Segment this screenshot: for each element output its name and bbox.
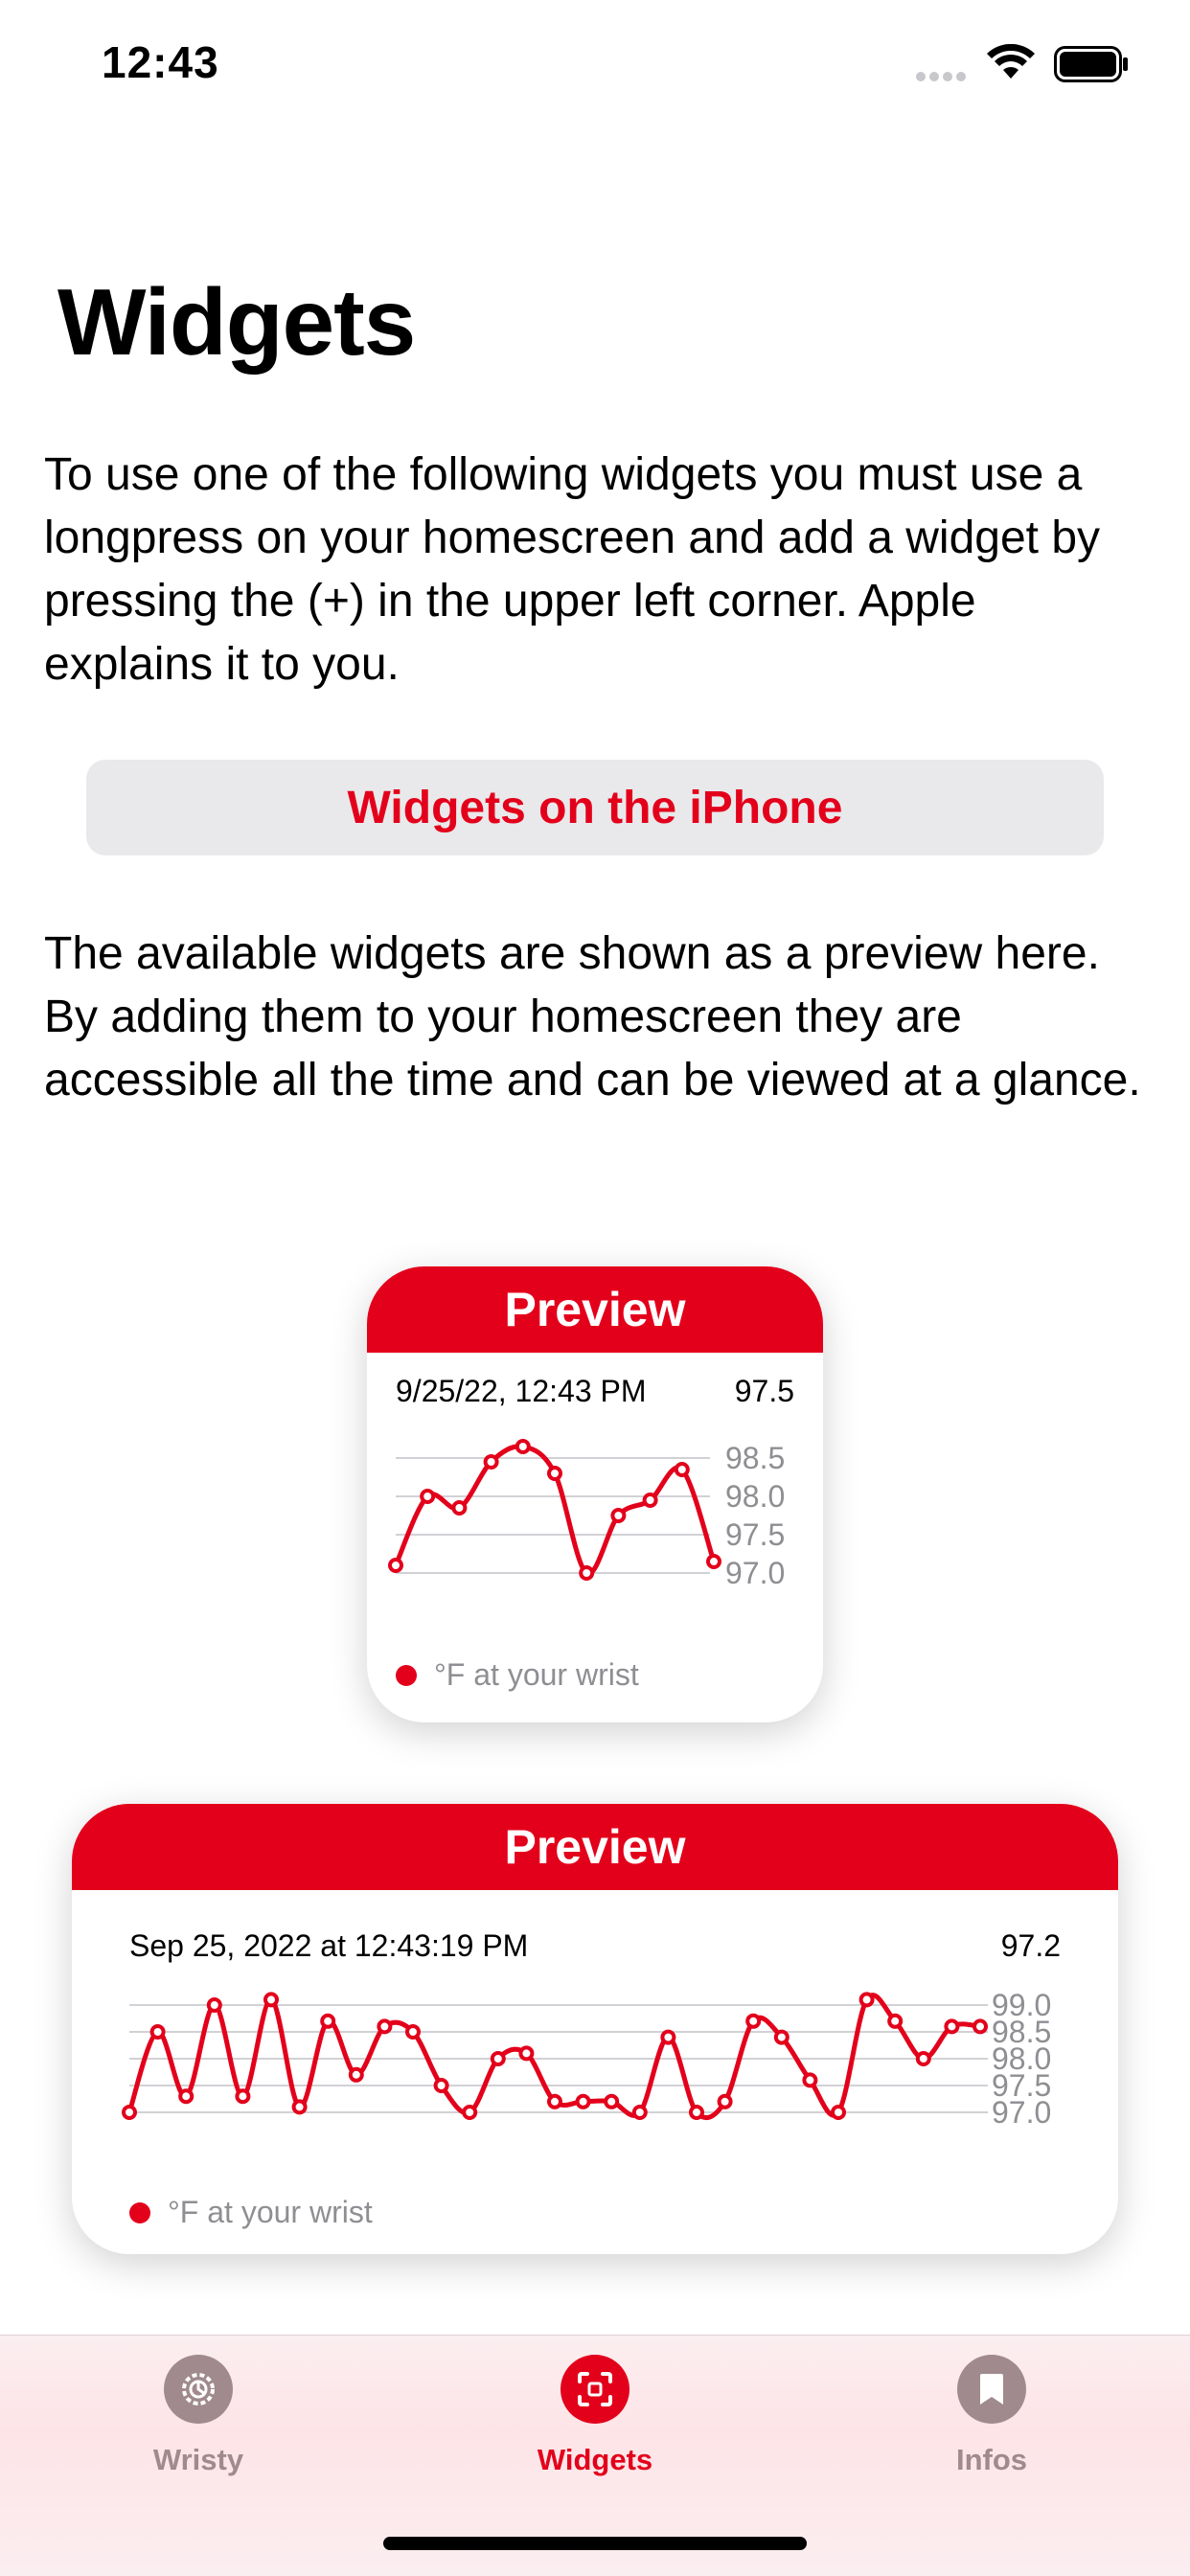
- data-point: [122, 2105, 137, 2120]
- data-point: [263, 1992, 279, 2008]
- data-point: [631, 2105, 648, 2120]
- widget-header: Preview: [367, 1266, 823, 1353]
- y-tick-label: 97.5: [725, 1517, 785, 1552]
- data-point: [706, 1554, 721, 1569]
- data-point: [604, 2093, 620, 2109]
- data-point: [717, 2093, 733, 2109]
- data-point: [348, 2066, 364, 2083]
- description-text: The available widgets are shown as a pre…: [44, 928, 1141, 1106]
- medium-widget-preview: Preview Sep 25, 2022 at 12:43:19 PM 97.2…: [72, 1804, 1118, 2254]
- battery-icon: [1054, 46, 1128, 82]
- data-point: [642, 1493, 658, 1508]
- data-point: [235, 2088, 251, 2105]
- widget-date: 9/25/22, 12:43 PM: [396, 1374, 647, 1408]
- data-point: [149, 2024, 166, 2040]
- widgets-on-iphone-button[interactable]: Widgets on the iPhone: [86, 760, 1104, 855]
- page-title: Widgets: [57, 269, 416, 375]
- tab-label: Infos: [955, 2443, 1028, 2476]
- data-point: [674, 1462, 690, 1477]
- widget-current-value: 97.5: [734, 1374, 794, 1408]
- y-tick-label: 98.5: [725, 1441, 785, 1475]
- data-point: [405, 2024, 421, 2040]
- medium-widget-chart: 99.098.598.097.597.0: [122, 1988, 1051, 2130]
- data-point: [320, 2013, 336, 2029]
- intro-text: To use one of the following widgets you …: [44, 449, 1101, 690]
- widget-header: Preview: [72, 1804, 1118, 1890]
- tab-wristy[interactable]: Wristy: [74, 2355, 323, 2477]
- data-point: [291, 2099, 308, 2115]
- home-indicator: [383, 2537, 807, 2550]
- legend-dot: [129, 2201, 150, 2223]
- data-point: [490, 2051, 506, 2066]
- data-point: [206, 1997, 222, 2013]
- widget-current-value: 97.2: [1000, 1928, 1061, 1963]
- widget-date: Sep 25, 2022 at 12:43:19 PM: [129, 1928, 529, 1963]
- data-point: [462, 2105, 478, 2120]
- data-point: [515, 1439, 531, 1454]
- gear-icon: [164, 2355, 233, 2424]
- data-point: [973, 2018, 988, 2035]
- tab-label: Wristy: [152, 2443, 244, 2476]
- data-point: [575, 2093, 591, 2109]
- data-point: [178, 2088, 195, 2105]
- widget-legend: °F at your wrist: [129, 2195, 373, 2230]
- data-point: [377, 2018, 393, 2035]
- legend-label: °F at your wrist: [434, 1657, 639, 1692]
- data-point: [518, 2045, 535, 2062]
- data-point: [745, 2013, 762, 2029]
- tab-widgets[interactable]: Widgets: [470, 2355, 720, 2477]
- y-tick-label: 97.0: [725, 1556, 785, 1590]
- data-point: [802, 2072, 818, 2088]
- widget-frame-icon: [561, 2355, 629, 2424]
- small-widget-preview: Preview 9/25/22, 12:43 PM 97.5 98.5 98.0 9…: [367, 1266, 823, 1722]
- widget-legend: °F at your wrist: [396, 1657, 639, 1693]
- small-widget-chart: 98.5 98.097.5 97.0: [388, 1439, 785, 1590]
- data-point: [610, 1508, 627, 1523]
- y-tick-label: 97.0: [992, 2095, 1051, 2130]
- series-line: [393, 1444, 717, 1576]
- data-point: [944, 2018, 960, 2035]
- data-point: [887, 2013, 904, 2029]
- data-point: [831, 2105, 846, 2120]
- cellular-signal-icon: [916, 69, 970, 86]
- data-point: [858, 1992, 875, 2008]
- data-point: [660, 2029, 676, 2045]
- wifi-icon: [987, 44, 1035, 79]
- tab-infos[interactable]: Infos: [867, 2355, 1116, 2477]
- data-point: [433, 2078, 449, 2093]
- legend-label: °F at your wrist: [168, 2195, 373, 2229]
- legend-dot: [396, 1664, 417, 1686]
- data-point: [773, 2029, 790, 2045]
- data-point: [579, 1565, 595, 1581]
- status-bar: 12:43: [0, 0, 1190, 134]
- tab-label: Widgets: [537, 2443, 653, 2476]
- data-point: [689, 2105, 704, 2120]
- data-point: [483, 1454, 499, 1470]
- data-point: [915, 2051, 931, 2066]
- bookmark-icon: [957, 2355, 1026, 2424]
- data-point: [547, 2093, 562, 2109]
- status-time: 12:43: [102, 37, 219, 87]
- data-point: [420, 1489, 436, 1504]
- data-point: [388, 1558, 403, 1573]
- data-point: [451, 1500, 468, 1516]
- data-point: [547, 1466, 562, 1481]
- y-tick-label: 98.0: [725, 1479, 785, 1514]
